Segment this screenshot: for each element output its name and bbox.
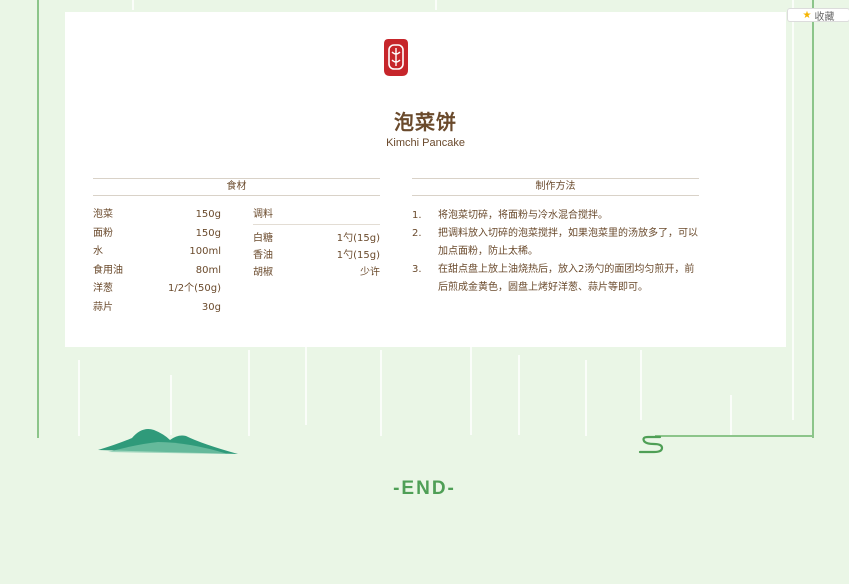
ingredient-row: 水 100ml xyxy=(93,246,221,257)
seasoning-list: 调料 白糖 1勺(15g) 香油 1勺(15g) 胡椒 少许 xyxy=(253,206,380,281)
method-step: 1. 将泡菜切碎，将面粉与冷水混合搅拌。 xyxy=(412,210,608,221)
main-ingredients-list: 泡菜 150g 面粉 150g 水 100ml 食用油 80ml 洋葱 1/2个(50g)… xyxy=(93,206,221,317)
ingredient-row: 蒜片 30g xyxy=(93,301,221,313)
seasoning-row: 香油 1勺(15g) xyxy=(253,250,380,261)
method-step: 2. 把调料放入切碎的泡菜搅拌，如果泡菜里的汤放多了，可以加点面粉，防止太稀。 xyxy=(412,228,698,257)
favorite-button[interactable]: ★ 收藏 xyxy=(787,8,849,23)
method-step: 3. 在甜点盘上放上油烧热后，放入2汤勺的面团均匀煎开，前后煎成金黄色，圆盘上烤好… xyxy=(412,264,695,293)
recipe-card: ★ 收藏 泡菜饼 Kimchi Pancake 食材 制作方法 泡菜 150g 面… xyxy=(65,8,849,347)
frame-right-border xyxy=(812,0,814,438)
ingredient-row: 洋葱 1/2个(50g) xyxy=(93,283,221,294)
seasoning-row: 白糖 1勺(15g) xyxy=(253,233,380,244)
seasoning-title: 调料 xyxy=(253,206,380,225)
method-heading: 制作方法 xyxy=(412,178,699,196)
favorite-label: 收藏 xyxy=(814,11,835,23)
ingredient-row: 食用油 80ml xyxy=(93,264,221,276)
ingredient-row: 泡菜 150g xyxy=(93,209,221,220)
end-marker: -END- xyxy=(393,478,456,499)
ingredients-heading: 食材 xyxy=(93,178,380,196)
brand-logo-icon xyxy=(384,39,408,76)
recipe-subtitle: Kimchi Pancake xyxy=(386,137,465,149)
wave-decoration-icon xyxy=(638,435,664,454)
frame-left-border xyxy=(37,0,39,438)
ingredient-row: 面粉 150g xyxy=(93,227,221,239)
frame-bottom-border xyxy=(655,435,814,437)
star-icon: ★ xyxy=(802,9,812,21)
method-steps: 1. 将泡菜切碎，将面粉与冷水混合搅拌。 2. 把调料放入切碎的泡菜搅拌，如果泡菜里… xyxy=(412,207,702,297)
seasoning-row: 胡椒 少许 xyxy=(253,267,380,278)
mountain-decoration-icon xyxy=(98,429,238,454)
recipe-title: 泡菜饼 xyxy=(394,110,457,134)
